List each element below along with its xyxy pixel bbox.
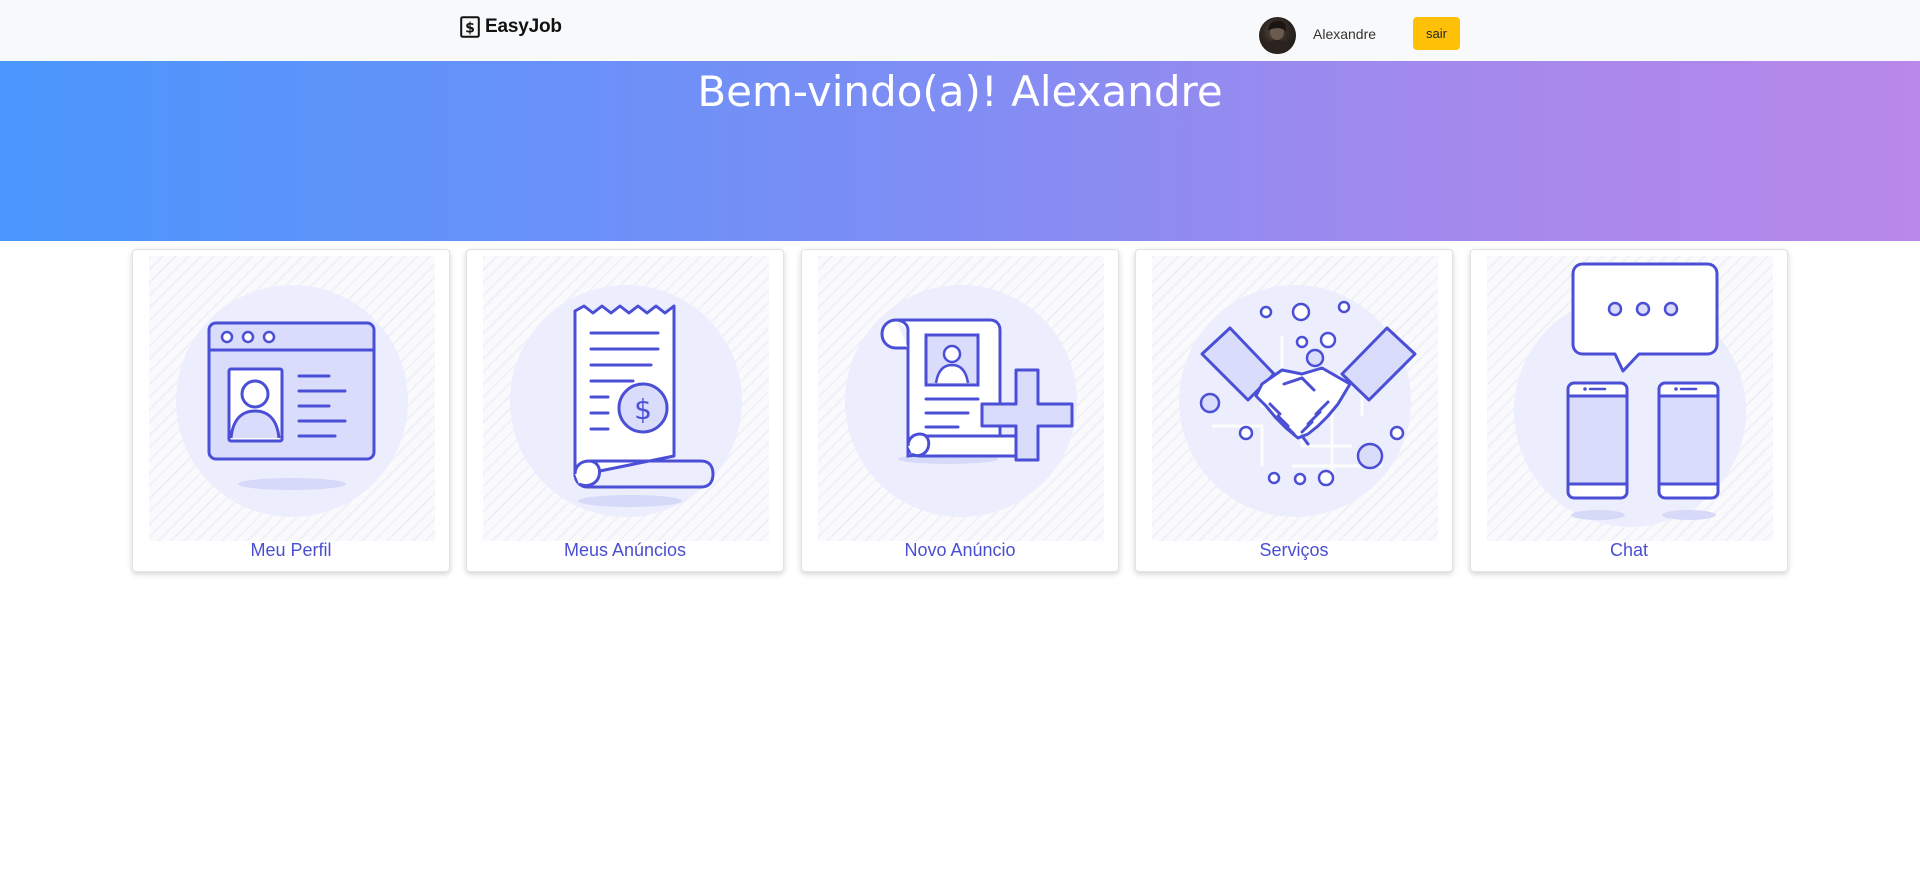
page-title: Bem-vindo(a)! Alexandre <box>697 67 1223 116</box>
dashboard-cards: Meu Perfil $ Meus Anúncios Novo Anúncio … <box>132 249 1788 572</box>
illustration <box>818 256 1104 541</box>
illustration <box>1152 256 1438 541</box>
welcome-banner: Bem-vindo(a)! Alexandre <box>0 61 1920 241</box>
user-photo <box>1263 21 1292 54</box>
card-meus-anuncios[interactable]: $ Meus Anúncios <box>466 249 784 572</box>
brand-name: EasyJob <box>485 16 562 37</box>
dollar-square-icon: $ <box>460 16 480 38</box>
card-label: Novo Anúncio <box>904 540 1016 560</box>
receipt-dollar-icon: $ <box>510 285 742 517</box>
chat-phones-icon <box>1514 262 1746 527</box>
brand-logo[interactable]: $ EasyJob <box>460 15 562 39</box>
logout-button[interactable]: sair <box>1413 17 1460 50</box>
card-servicos[interactable]: Serviços <box>1135 249 1453 572</box>
new-document-plus-icon <box>845 285 1077 517</box>
illustration: $ <box>483 256 769 541</box>
card-label: Serviços <box>1259 540 1329 560</box>
svg-text:$: $ <box>465 21 475 37</box>
illustration <box>1487 256 1773 541</box>
username: Alexandre <box>1313 26 1377 42</box>
avatar[interactable] <box>1259 17 1296 54</box>
illustration <box>149 256 435 541</box>
handshake-icon <box>1179 285 1417 517</box>
profile-card-icon <box>176 285 408 517</box>
svg-text:$: $ <box>634 393 652 426</box>
card-novo-anuncio[interactable]: Novo Anúncio <box>801 249 1119 572</box>
navbar: $ EasyJob Alexandre sair <box>0 0 1920 61</box>
card-label: Chat <box>1609 540 1649 560</box>
card-chat[interactable]: Chat <box>1470 249 1788 572</box>
card-meu-perfil[interactable]: Meu Perfil <box>132 249 450 572</box>
card-label: Meus Anúncios <box>563 540 687 560</box>
card-label: Meu Perfil <box>250 540 332 560</box>
